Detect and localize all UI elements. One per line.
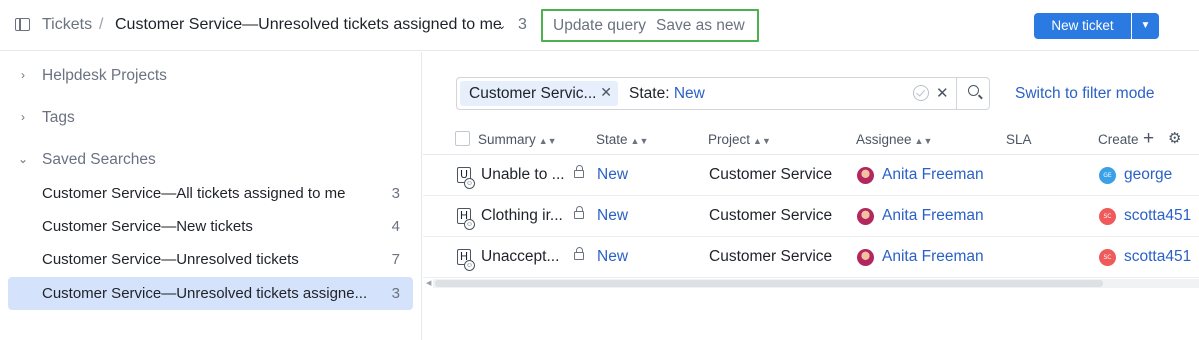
select-all-checkbox[interactable] (455, 131, 470, 146)
ticket-creator[interactable]: george (1124, 166, 1172, 184)
saved-search-count: 7 (391, 251, 400, 268)
avatar: GE (1099, 167, 1116, 184)
chevron-right-icon: › (21, 68, 25, 82)
search-query-box[interactable]: Customer Servic... ✕ State: New ✕ (456, 77, 990, 110)
update-query-button[interactable]: Update query (553, 17, 646, 35)
sidebar-group-label: Saved Searches (42, 151, 156, 168)
project-filter-chip[interactable]: Customer Servic... ✕ (460, 81, 618, 106)
ticket-summary[interactable]: Unaccept... (481, 248, 559, 266)
query-text[interactable]: State: New (629, 85, 705, 103)
check-circle-icon[interactable] (913, 85, 929, 101)
ticket-assignee[interactable]: Anita Freeman (882, 207, 984, 225)
ticket-creator[interactable]: scotta451 (1124, 248, 1191, 266)
query-actions: Update query Save as new (541, 9, 759, 42)
switch-to-filter-mode-link[interactable]: Switch to filter mode (1015, 85, 1155, 103)
saved-search-item-selected[interactable]: Customer Service—Unresolved tickets assi… (8, 277, 413, 310)
sidebar: › Helpdesk Projects › Tags ⌄ Saved Searc… (0, 52, 422, 340)
sort-icon: ▲▼ (630, 136, 649, 146)
chevron-right-icon: › (21, 110, 25, 124)
saved-search-label: Customer Service—Unresolved tickets assi… (42, 285, 368, 302)
close-icon[interactable]: ✕ (600, 84, 612, 101)
ticket-project: Customer Service (709, 166, 833, 183)
ticket-summary[interactable]: Unable to ... (481, 166, 565, 184)
sidebar-group-helpdesk-projects[interactable]: › Helpdesk Projects (0, 62, 422, 92)
search-icon (968, 85, 979, 96)
query-state-label: State: (629, 85, 670, 102)
chevron-down-icon: ⌄ (18, 152, 29, 166)
lock-icon (574, 247, 584, 260)
avatar: SC (1099, 208, 1116, 225)
search-button[interactable] (956, 77, 991, 110)
sidebar-group-label: Helpdesk Projects (42, 67, 167, 84)
column-header-state[interactable]: State ▲▼ (596, 132, 648, 147)
support-icon: ☺ (464, 260, 475, 271)
chip-label: Customer Servic... (469, 85, 597, 102)
breadcrumb-separator: / (99, 16, 104, 33)
horizontal-scrollbar[interactable] (433, 279, 1199, 288)
saved-search-item[interactable]: Customer Service—All tickets assigned to… (8, 177, 413, 210)
sort-icon: ▲▼ (914, 136, 933, 146)
saved-search-count: 3 (391, 285, 400, 302)
column-label: Project (708, 132, 751, 147)
ticket-summary[interactable]: Clothing ir... (481, 207, 563, 225)
avatar (857, 249, 874, 266)
column-header-project[interactable]: Project ▲▼ (708, 132, 771, 147)
ticket-project: Customer Service (709, 248, 833, 265)
scrollbar-thumb[interactable] (435, 280, 1103, 287)
saved-search-count: 3 (391, 185, 400, 202)
top-bar: Tickets / Customer Service—Unresolved ti… (0, 0, 1199, 51)
column-label: Summary (478, 132, 536, 147)
saved-search-label: Customer Service—Unresolved tickets (42, 251, 299, 268)
table-row[interactable]: H ☺ Clothing ir... New Customer Service … (423, 196, 1199, 237)
main-content: Customer Servic... ✕ State: New ✕ Switch… (423, 52, 1199, 340)
ticket-state[interactable]: New (597, 207, 628, 225)
column-header-summary[interactable]: Summary ▲▼ (478, 132, 557, 147)
column-header-sla[interactable]: SLA (1006, 132, 1032, 147)
lock-icon (574, 206, 584, 219)
support-icon: ☺ (464, 178, 475, 189)
scroll-left-icon[interactable]: ◀ (426, 279, 431, 287)
saved-search-item[interactable]: Customer Service—Unresolved tickets 7 (8, 243, 413, 276)
result-count: 3 (518, 16, 527, 33)
ticket-assignee[interactable]: Anita Freeman (882, 248, 984, 266)
sidebar-toggle-icon[interactable] (15, 18, 30, 31)
column-header-assignee[interactable]: Assignee ▲▼ (856, 132, 932, 147)
chevron-down-icon[interactable]: ⌄ (497, 19, 506, 32)
column-label: Assignee (856, 132, 912, 147)
add-column-icon[interactable]: + (1143, 128, 1154, 150)
clear-icon[interactable]: ✕ (936, 84, 949, 102)
table-row[interactable]: U ☺ Unable to ... New Customer Service A… (423, 155, 1199, 196)
ticket-assignee[interactable]: Anita Freeman (882, 166, 984, 184)
ticket-state[interactable]: New (597, 248, 628, 266)
column-label: State (596, 132, 628, 147)
query-state-value: New (673, 85, 705, 102)
sidebar-group-saved-searches[interactable]: ⌄ Saved Searches (0, 146, 422, 176)
save-as-new-button[interactable]: Save as new (656, 17, 745, 35)
saved-search-item[interactable]: Customer Service—New tickets 4 (8, 210, 413, 243)
saved-search-label: Customer Service—All tickets assigned to… (42, 185, 346, 202)
sidebar-group-tags[interactable]: › Tags (0, 104, 422, 134)
breadcrumb-tickets[interactable]: Tickets (42, 16, 92, 34)
sort-icon: ▲▼ (538, 136, 557, 146)
new-ticket-dropdown-button[interactable]: ▼ (1132, 13, 1159, 39)
ticket-creator[interactable]: scotta451 (1124, 207, 1191, 225)
ticket-state[interactable]: New (597, 166, 628, 184)
sort-icon: ▲▼ (753, 136, 771, 146)
sidebar-group-label: Tags (42, 109, 75, 126)
avatar: SC (1099, 249, 1116, 266)
table-row[interactable]: H ☺ Unaccept... New Customer Service Ani… (423, 237, 1199, 278)
ticket-project: Customer Service (709, 207, 833, 224)
column-header-created-by[interactable]: Create (1098, 132, 1139, 147)
gear-icon[interactable]: ⚙ (1168, 129, 1181, 147)
page-title[interactable]: Customer Service—Unresolved tickets assi… (115, 16, 502, 34)
avatar (857, 208, 874, 225)
chevron-down-icon: ▼ (1140, 20, 1151, 31)
saved-search-count: 4 (391, 218, 400, 235)
avatar (857, 167, 874, 184)
table-header: Summary ▲▼ State ▲▼ Project ▲▼ Assignee ▲▼ S… (423, 127, 1199, 155)
saved-search-label: Customer Service—New tickets (42, 218, 253, 235)
lock-icon (574, 165, 584, 178)
support-icon: ☺ (464, 219, 475, 230)
new-ticket-button[interactable]: New ticket (1034, 13, 1131, 39)
